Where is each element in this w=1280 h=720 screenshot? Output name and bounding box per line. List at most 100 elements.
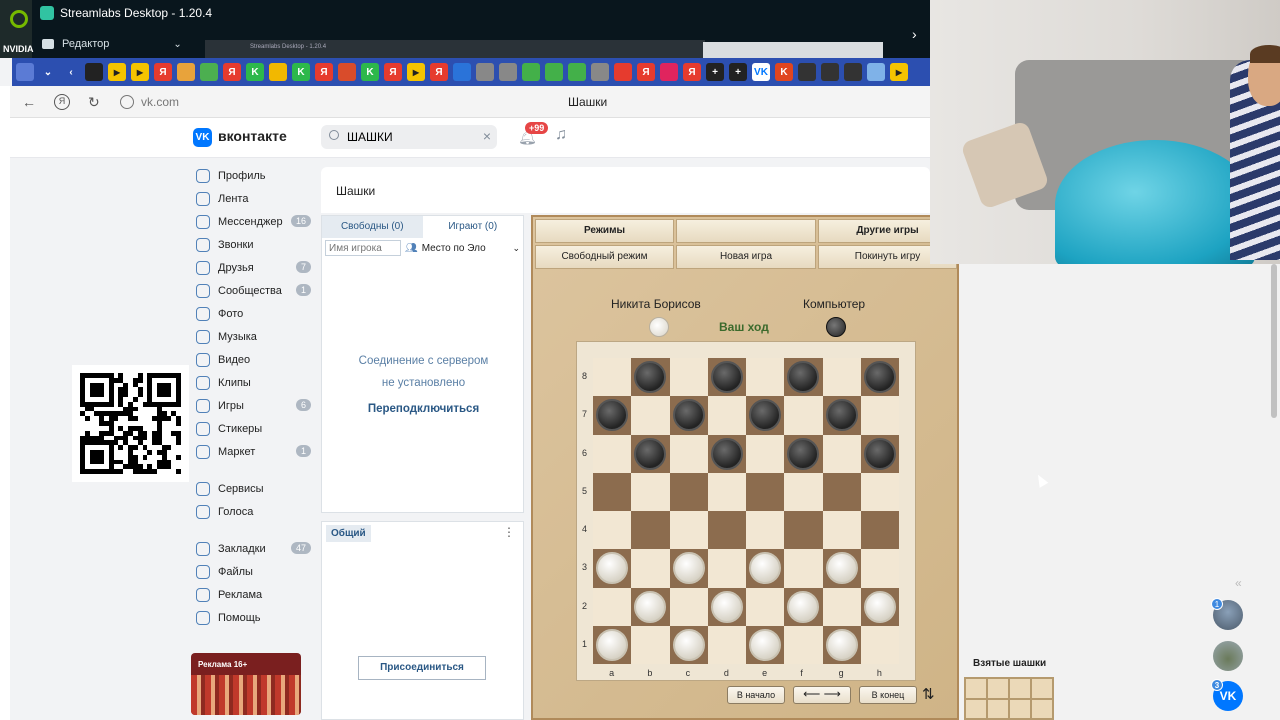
ad-banner[interactable]: Реклама 16+ [191, 653, 301, 715]
plus-icon[interactable]: + [729, 63, 747, 81]
board-square[interactable] [784, 358, 823, 397]
board-square[interactable] [631, 587, 670, 626]
new-game-button[interactable]: Новая игра [676, 245, 816, 269]
board-square[interactable] [822, 396, 861, 435]
black-checker[interactable] [634, 437, 667, 470]
play-icon[interactable]: ▶ [890, 63, 908, 81]
vk-logo-icon[interactable]: VK [193, 128, 212, 147]
face-icon[interactable] [844, 63, 862, 81]
group-icon[interactable]: 👥︎ [405, 243, 418, 254]
board-square[interactable] [707, 549, 746, 588]
board-square[interactable] [707, 434, 746, 473]
board-square[interactable] [669, 434, 708, 473]
player-name-input[interactable] [325, 240, 401, 256]
board-square[interactable] [707, 511, 746, 550]
chevron-down-icon[interactable]: ⌄ [512, 243, 520, 254]
black-checker[interactable] [710, 437, 743, 470]
board-square[interactable] [707, 472, 746, 511]
board-square[interactable] [631, 358, 670, 397]
board-square[interactable] [593, 396, 632, 435]
white-checker[interactable] [672, 628, 705, 661]
clock-icon[interactable] [499, 63, 517, 81]
sidebar-item[interactable]: Сообщества 1 [190, 279, 315, 302]
clear-search-icon[interactable]: × [483, 128, 491, 144]
sidebar-item[interactable]: Закладки 47 [190, 537, 315, 560]
board-square[interactable] [669, 511, 708, 550]
sidebar-item[interactable]: Файлы [190, 560, 315, 583]
ok-icon[interactable] [545, 63, 563, 81]
k-icon[interactable]: K [246, 63, 264, 81]
play-icon[interactable]: ▶ [131, 63, 149, 81]
board-square[interactable] [593, 625, 632, 664]
mp-icon[interactable] [453, 63, 471, 81]
check-icon[interactable] [867, 63, 885, 81]
board-square[interactable] [669, 625, 708, 664]
sidebar-item[interactable]: Голоса [190, 500, 315, 523]
board-square[interactable] [860, 358, 899, 397]
black-checker[interactable] [749, 399, 781, 432]
board-square[interactable] [860, 625, 899, 664]
k-icon[interactable]: K [292, 63, 310, 81]
board-square[interactable] [746, 511, 785, 550]
chevron-down-icon[interactable]: ⌄ [39, 63, 57, 81]
tab-general-chat[interactable]: Общий [326, 525, 371, 542]
board-square[interactable] [707, 358, 746, 397]
chevron-right-icon[interactable]: › [912, 26, 917, 42]
board-square[interactable] [631, 434, 670, 473]
black-checker[interactable] [863, 361, 896, 393]
white-checker[interactable] [710, 590, 743, 623]
white-checker[interactable] [596, 628, 628, 661]
chat-avatar-2[interactable] [1213, 641, 1243, 671]
circle-icon[interactable] [338, 63, 356, 81]
sidebar-item[interactable]: Друзья 7 [190, 256, 315, 279]
board-square[interactable] [860, 434, 899, 473]
yandex-icon[interactable]: Я [430, 63, 448, 81]
board-square[interactable] [593, 434, 632, 473]
yandex-icon[interactable]: Я [384, 63, 402, 81]
black-checker[interactable] [596, 399, 628, 432]
white-checker[interactable] [749, 628, 781, 661]
board-square[interactable] [784, 396, 823, 435]
bookmark-icon[interactable] [85, 63, 103, 81]
board-square[interactable] [746, 358, 785, 397]
ok-icon[interactable] [522, 63, 540, 81]
yandex-icon[interactable]: Я [154, 63, 172, 81]
search-input[interactable] [347, 129, 477, 145]
vk-logo-text[interactable]: вконтакте [218, 128, 287, 144]
back-icon[interactable]: ‹ [62, 63, 80, 81]
white-checker[interactable] [634, 590, 667, 623]
clock-icon[interactable] [476, 63, 494, 81]
join-button[interactable]: Присоединиться [358, 656, 486, 680]
board-square[interactable] [593, 472, 632, 511]
white-checker[interactable] [825, 628, 858, 661]
board-square[interactable] [593, 549, 632, 588]
free-mode-button[interactable]: Свободный режим [535, 245, 674, 269]
site-info-icon[interactable] [120, 95, 134, 109]
sidebar-item[interactable]: Музыка [190, 325, 315, 348]
collapse-icon[interactable]: « [1235, 576, 1242, 590]
sort-select[interactable]: Место по Эло [422, 243, 486, 254]
board-square[interactable] [593, 511, 632, 550]
board-square[interactable] [784, 434, 823, 473]
board-square[interactable] [746, 587, 785, 626]
url-text[interactable]: vk.com [141, 95, 179, 109]
go-to-start-button[interactable]: В начало [727, 686, 785, 704]
board-square[interactable] [631, 511, 670, 550]
yandex-icon[interactable]: Я [637, 63, 655, 81]
board-square[interactable] [746, 434, 785, 473]
sidebar-item[interactable]: Помощь [190, 606, 315, 629]
yandex-icon[interactable]: Я [315, 63, 333, 81]
sidebar-item[interactable]: Сервисы [190, 477, 315, 500]
black-checker[interactable] [825, 399, 858, 432]
checkers-board[interactable] [593, 358, 899, 664]
face-icon[interactable] [821, 63, 839, 81]
board-square[interactable] [822, 472, 861, 511]
modes-button[interactable]: Режимы [535, 219, 674, 243]
pin-icon[interactable] [614, 63, 632, 81]
n-icon[interactable] [660, 63, 678, 81]
reload-icon[interactable]: ↻ [88, 94, 100, 111]
vk-search[interactable]: × [321, 125, 497, 149]
k-icon[interactable]: K [775, 63, 793, 81]
play-icon[interactable]: ▶ [407, 63, 425, 81]
go-to-end-button[interactable]: В конец [859, 686, 917, 704]
